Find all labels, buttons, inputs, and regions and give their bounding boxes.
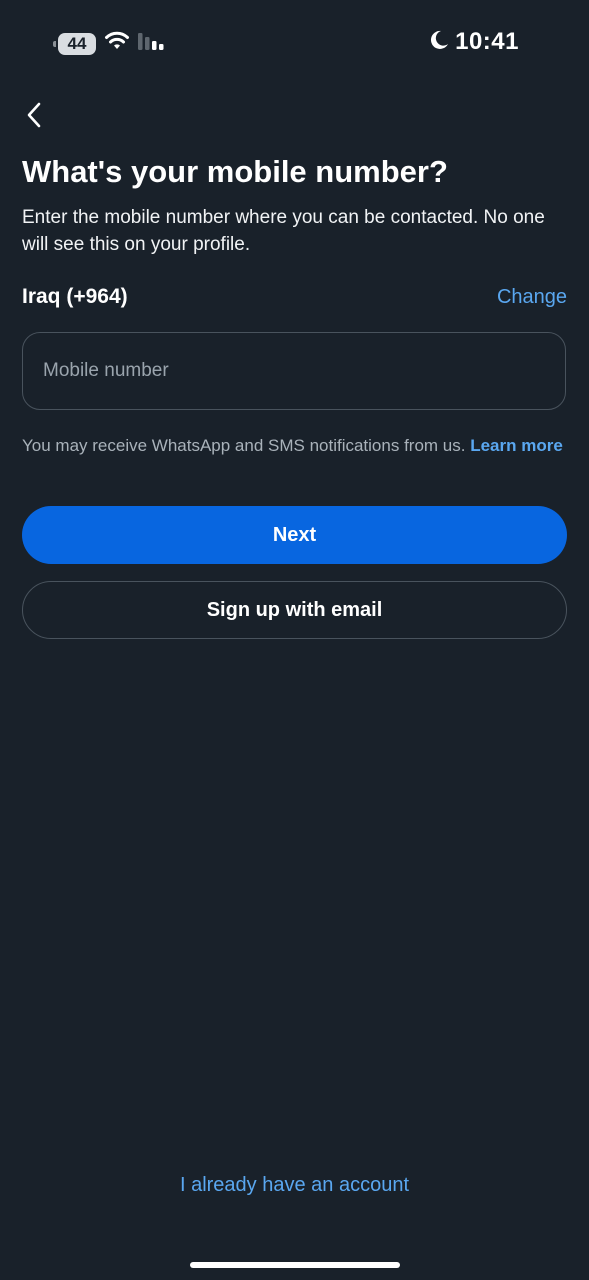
status-bar: 44 10:41	[0, 28, 589, 60]
mobile-number-field[interactable]	[22, 332, 566, 410]
back-button[interactable]	[18, 100, 50, 134]
country-code-label: Iraq (+964)	[22, 285, 128, 308]
mobile-number-input[interactable]	[23, 360, 565, 382]
moon-icon	[429, 29, 449, 56]
status-left: 44	[52, 30, 168, 57]
notice-text: You may receive WhatsApp and SMS notific…	[22, 436, 466, 455]
page-title: What's your mobile number?	[22, 154, 448, 189]
battery-icon: 44	[53, 32, 96, 55]
battery-level: 44	[67, 33, 87, 53]
signup-mobile-screen: 44 10:41 What's your mobile number? Ente…	[0, 0, 589, 1280]
already-have-account-link[interactable]: I already have an account	[0, 1174, 589, 1197]
clock: 10:41	[455, 28, 519, 55]
sign-up-with-email-button[interactable]: Sign up with email	[22, 581, 567, 639]
country-row: Iraq (+964) Change	[22, 283, 567, 311]
change-country-link[interactable]: Change	[497, 286, 567, 309]
signal-icon	[138, 30, 168, 57]
learn-more-link[interactable]: Learn more	[470, 436, 563, 455]
notifications-notice: You may receive WhatsApp and SMS notific…	[22, 434, 570, 458]
next-button[interactable]: Next	[22, 506, 567, 564]
wifi-icon	[104, 30, 130, 57]
home-indicator	[190, 1262, 400, 1268]
status-right: 10:41	[429, 28, 519, 56]
page-subtitle: Enter the mobile number where you can be…	[22, 207, 545, 255]
chevron-left-icon	[25, 102, 43, 133]
